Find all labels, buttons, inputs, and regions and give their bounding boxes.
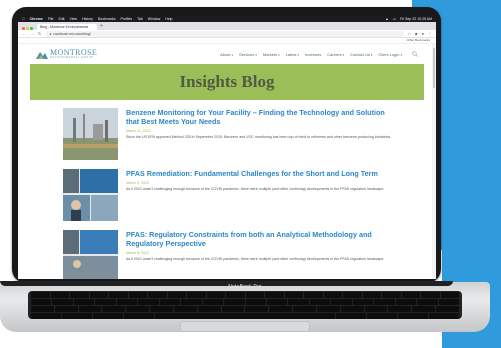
post-date: March 11, 2022 <box>126 129 151 133</box>
list-item: Benzene Monitoring for Your Facility – F… <box>63 108 393 160</box>
menu-bookmarks[interactable]: Bookmarks <box>98 17 116 21</box>
post-date: March 9, 2022 <box>126 181 149 185</box>
laptop-touchpad <box>180 321 310 332</box>
chevron-down-icon: ▾ <box>400 52 402 57</box>
profile-avatar-icon[interactable]: ● <box>422 31 424 36</box>
laptop-mockup-scene:  Chrome File Edit View History Bookmark… <box>0 0 501 348</box>
post-title-link[interactable]: Benzene Monitoring for Your Facility – F… <box>126 108 393 126</box>
refinery-image <box>63 108 118 160</box>
wifi-icon[interactable]: ▲ <box>385 17 388 21</box>
menu-file[interactable]: File <box>48 17 54 21</box>
nav-investors[interactable]: Investors <box>305 52 321 57</box>
more-menu-icon[interactable]: ⋮ <box>428 31 432 36</box>
laptop-brand-label: NoteBook Pro <box>228 284 262 290</box>
chevron-down-icon: ▾ <box>297 52 300 57</box>
extensions-icon[interactable]: ■ <box>415 31 417 36</box>
blog-post-list: Benzene Monitoring for Your Facility – F… <box>63 108 393 279</box>
chevron-down-icon: ▾ <box>255 52 257 57</box>
nav-about[interactable]: About▾ <box>220 52 233 57</box>
laptop-keyboard <box>28 291 462 319</box>
scrollbar-thumb[interactable] <box>433 48 435 88</box>
pfas-collage-image <box>63 169 118 221</box>
post-excerpt: As if 2021 wasn't challenging enough bec… <box>126 187 385 191</box>
mountain-logo-icon <box>36 51 48 59</box>
post-date: March 8, 2022 <box>126 251 149 255</box>
main-nav: About▾ Services▾ Markets▾ Latest▾ Invest… <box>220 52 402 57</box>
post-thumbnail-refinery[interactable] <box>63 108 118 160</box>
star-icon[interactable]: ☆ <box>408 31 412 36</box>
search-icon[interactable] <box>412 51 418 57</box>
page-banner: Insights Blog <box>30 64 424 100</box>
post-title-link[interactable]: PFAS: Regulatory Constraints from both a… <box>126 230 393 248</box>
chevron-down-icon: ▾ <box>231 52 234 57</box>
list-item: PFAS: Regulatory Constraints from both a… <box>63 230 393 279</box>
nav-services[interactable]: Services▾ <box>239 52 257 57</box>
browser-tab-bar: Blog - Montrose Environmental + <box>18 22 436 30</box>
logo-name: MONTROSE <box>50 48 98 57</box>
battery-icon[interactable]: ▭ <box>393 17 396 21</box>
other-bookmarks-link[interactable]: Other Bookmarks <box>407 38 430 42</box>
menu-history[interactable]: History <box>82 17 93 21</box>
menu-tab[interactable]: Tab <box>137 17 143 21</box>
post-thumbnail-pfas-regulatory[interactable] <box>63 230 118 279</box>
menu-profiles[interactable]: Profiles <box>120 17 132 21</box>
post-title-link[interactable]: PFAS Remediation: Fundamental Challenges… <box>126 169 384 178</box>
tab-title: Blog - Montrose Environmental <box>40 25 89 29</box>
site-header: MONTROSE ENVIRONMENTAL GROUP About▾ Serv… <box>18 44 436 64</box>
menu-clock[interactable]: Fri Sep 22 10:25 AM <box>400 17 432 21</box>
menu-help[interactable]: Help <box>165 17 172 21</box>
browser-toolbar: ← → ↻ ● montrose-env.com/blog/ ☆ ■ ● ⋮ <box>18 30 436 38</box>
logo-tagline: ENVIRONMENTAL GROUP <box>50 56 94 59</box>
pfas-collage-image <box>63 230 118 279</box>
url-text: montrose-env.com/blog/ <box>53 31 91 36</box>
post-thumbnail-pfas-remediation[interactable] <box>63 169 118 221</box>
menu-window[interactable]: Window <box>148 17 160 21</box>
address-bar-input[interactable]: ● montrose-env.com/blog/ <box>45 30 404 37</box>
chevron-down-icon: ▾ <box>278 52 280 57</box>
list-item: PFAS Remediation: Fundamental Challenges… <box>63 169 393 221</box>
os-menu-bar:  Chrome File Edit View History Bookmark… <box>18 15 436 22</box>
nav-markets[interactable]: Markets▾ <box>263 52 280 57</box>
chevron-down-icon: ▾ <box>342 52 345 57</box>
lock-icon: ● <box>49 31 52 36</box>
nav-latest[interactable]: Latest▾ <box>286 52 299 57</box>
back-arrow-icon[interactable]: ← <box>22 31 26 36</box>
montrose-logo[interactable]: MONTROSE ENVIRONMENTAL GROUP <box>36 49 97 59</box>
nav-contact[interactable]: Contact Us▾ <box>350 52 372 57</box>
nav-careers[interactable]: Careers▾ <box>327 52 344 57</box>
post-excerpt: As if 2021 wasn't challenging enough bec… <box>126 257 385 261</box>
nav-client-login[interactable]: Client Login▾ <box>378 52 402 57</box>
laptop-screen:  Chrome File Edit View History Bookmark… <box>18 15 436 279</box>
chevron-down-icon: ▾ <box>370 52 373 57</box>
page-title: Insights Blog <box>179 72 275 91</box>
menu-edit[interactable]: Edit <box>59 17 65 21</box>
menu-view[interactable]: View <box>70 17 78 21</box>
new-tab-plus-icon[interactable]: + <box>100 23 103 29</box>
post-excerpt: Since the US EPA approved Method 325 in … <box>126 135 392 139</box>
page-scrollbar[interactable] <box>432 44 436 279</box>
reload-icon[interactable]: ↻ <box>38 31 41 36</box>
forward-arrow-icon[interactable]: → <box>30 31 34 36</box>
